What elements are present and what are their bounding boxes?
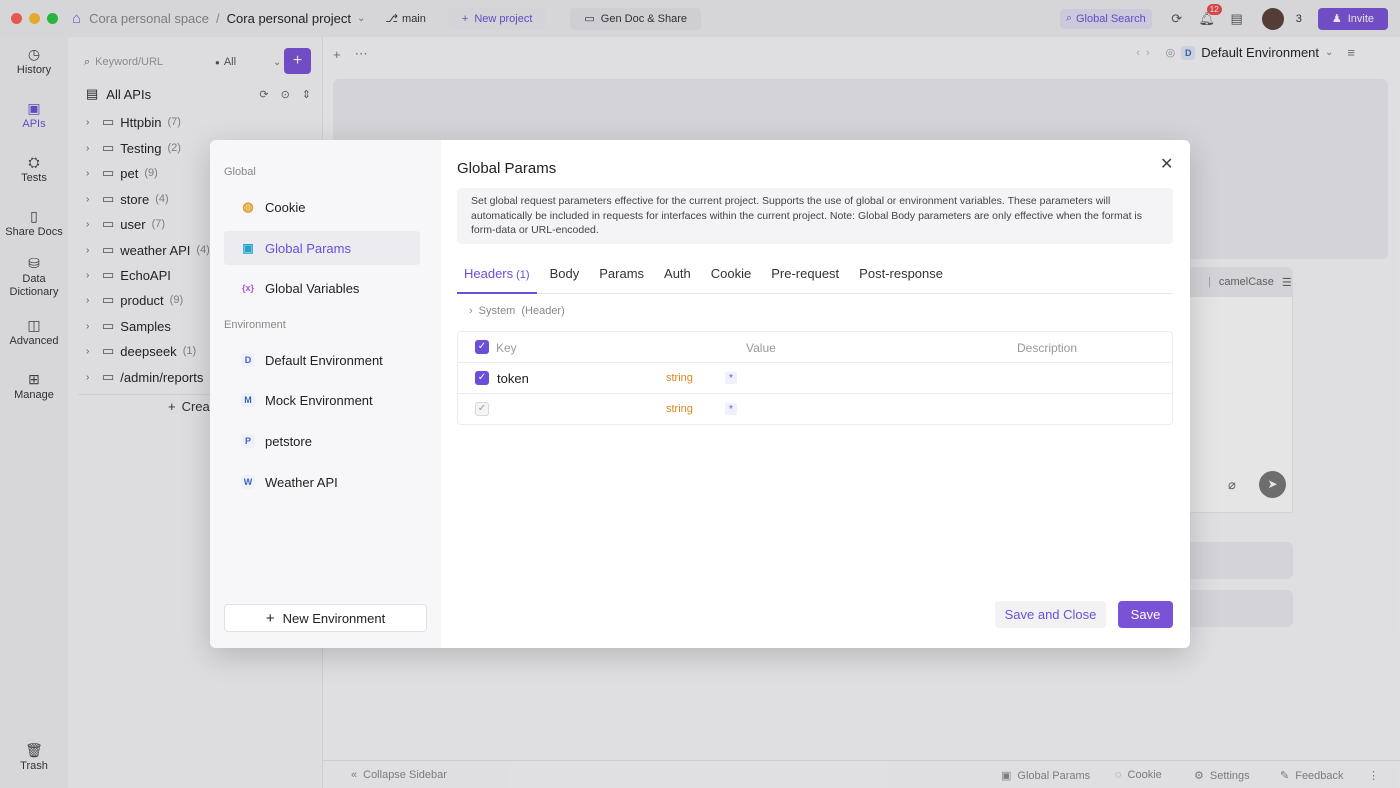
column-header-value: Value xyxy=(746,341,776,355)
section-label-environment: Environment xyxy=(224,319,286,331)
menu-item-label: Global Params xyxy=(265,240,351,256)
tab-label: Headers xyxy=(464,266,514,281)
table-row: ✓ token string * xyxy=(458,363,1172,394)
environment-badge: W xyxy=(241,475,255,489)
global-params-dialog: Global ◍ Cookie ▣ Global Params {x} Global … xyxy=(210,140,1190,648)
close-icon[interactable]: ✕ xyxy=(1160,154,1173,174)
environment-badge: D xyxy=(241,353,255,367)
tab-cookie[interactable]: Cookie xyxy=(704,266,758,294)
row-checkbox[interactable]: ✓ xyxy=(475,371,489,385)
tab-body[interactable]: Body xyxy=(543,266,587,294)
required-toggle[interactable]: * xyxy=(725,403,737,415)
environment-item[interactable]: Ppetstore xyxy=(224,424,420,458)
menu-item-global-params[interactable]: ▣ Global Params xyxy=(224,231,420,265)
menu-item-cookie[interactable]: ◍ Cookie xyxy=(224,190,420,224)
save-and-close-button[interactable]: Save and Close xyxy=(995,601,1106,628)
dialog-sidebar: Global ◍ Cookie ▣ Global Params {x} Global … xyxy=(210,140,441,648)
tab-auth[interactable]: Auth xyxy=(657,266,698,294)
environment-item[interactable]: W Weather API xyxy=(224,465,420,499)
system-header-toggle[interactable]: › System (Header) xyxy=(469,305,565,317)
cookie-icon: ◍ xyxy=(242,199,254,214)
column-header-key: Key xyxy=(496,341,517,355)
table-header: ✓ Key Value Description xyxy=(458,332,1172,363)
tab-headers[interactable]: Headers (1) xyxy=(457,266,537,294)
tab-count: (1) xyxy=(516,269,530,281)
system-label: System xyxy=(478,305,516,317)
environment-label: Weather API xyxy=(265,474,338,490)
param-tabs: Headers (1) Body Params Auth Cookie Pre-r… xyxy=(457,266,1173,294)
environment-item[interactable]: M Mock Environment xyxy=(224,383,420,417)
environment-label: Mock Environment xyxy=(265,392,373,408)
environment-item[interactable]: D Default Environment xyxy=(224,343,420,377)
info-notice: Set global request parameters effective … xyxy=(457,188,1173,244)
environment-label: petstore xyxy=(265,433,312,449)
menu-item-global-variables[interactable]: {x} Global Variables xyxy=(224,271,420,305)
section-label-global: Global xyxy=(224,166,256,178)
global-params-icon: ▣ xyxy=(242,241,254,255)
type-select[interactable]: string xyxy=(666,403,693,415)
tab-post-response[interactable]: Post-response xyxy=(852,266,950,294)
plus-icon: + xyxy=(265,609,275,627)
collapse-icon: › xyxy=(469,305,473,317)
environment-label: Default Environment xyxy=(265,352,383,368)
menu-item-label: Cookie xyxy=(265,199,306,215)
column-header-description: Description xyxy=(1017,341,1078,355)
system-hint: (Header) xyxy=(521,305,565,317)
save-button[interactable]: Save xyxy=(1118,601,1173,628)
new-environment-label: New Environment xyxy=(282,610,386,626)
select-all-checkbox[interactable]: ✓ xyxy=(475,340,489,354)
environment-badge: M xyxy=(241,393,255,407)
required-toggle[interactable]: * xyxy=(725,372,737,384)
key-input[interactable]: token xyxy=(497,371,529,386)
dialog-title: Global Params xyxy=(457,160,557,177)
variables-icon: {x} xyxy=(241,283,254,293)
menu-item-label: Global Variables xyxy=(265,280,360,296)
params-table: ✓ Key Value Description ✓ token string *… xyxy=(457,331,1173,425)
table-row: ✓ string * xyxy=(458,394,1172,425)
tab-params[interactable]: Params xyxy=(592,266,651,294)
type-select[interactable]: string xyxy=(666,372,693,384)
new-environment-button[interactable]: + New Environment xyxy=(224,604,427,632)
tab-pre-request[interactable]: Pre-request xyxy=(764,266,846,294)
environment-badge: P xyxy=(241,434,255,448)
row-checkbox[interactable]: ✓ xyxy=(475,402,489,416)
